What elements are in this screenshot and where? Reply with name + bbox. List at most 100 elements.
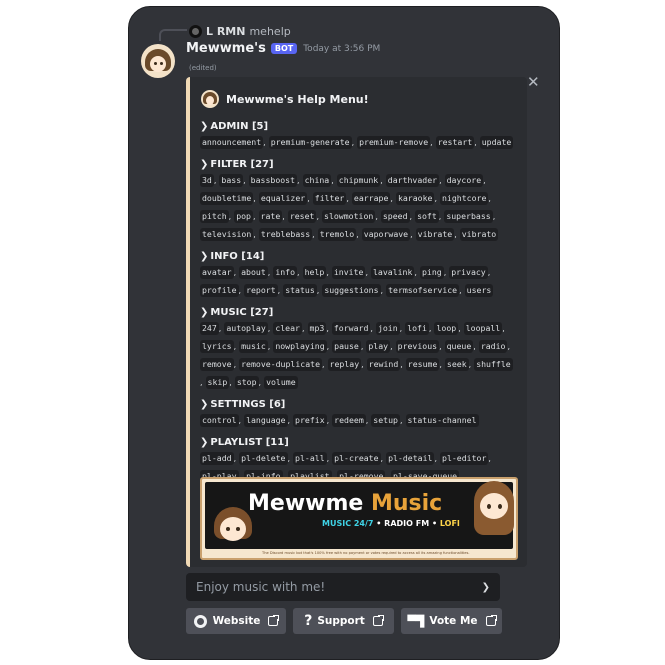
chevron-right-icon: ❯ bbox=[200, 399, 209, 410]
command-code: resume bbox=[405, 358, 440, 371]
section-title: ❯ SETTINGS [6] bbox=[200, 399, 286, 410]
command-code: premium-generate bbox=[268, 136, 352, 149]
command-code: tremolo bbox=[317, 228, 357, 241]
command-code: doubletime bbox=[200, 192, 254, 205]
website-button[interactable]: Website bbox=[186, 608, 286, 634]
banner-footer-text: The Discord music bot that's 100% free w… bbox=[262, 551, 470, 555]
command-code: invite bbox=[331, 266, 366, 279]
help-embed: Mewwme's Help Menu! ❯ ADMIN [5] announceme… bbox=[186, 77, 527, 567]
banner-character-right bbox=[472, 481, 516, 547]
command-code: redeem bbox=[332, 414, 366, 427]
command-code: filter bbox=[312, 192, 347, 205]
command-code: 3d bbox=[200, 174, 214, 187]
command-code: lavalink bbox=[370, 266, 415, 279]
reply-username[interactable]: L RMN bbox=[206, 25, 245, 38]
command-code: music bbox=[239, 340, 268, 353]
command-code: help bbox=[302, 266, 327, 279]
link-buttons: Website ? Support ▀▜ Vote Me bbox=[186, 608, 502, 634]
external-link-icon bbox=[485, 614, 498, 626]
chevron-right-icon: ❯ bbox=[200, 307, 209, 318]
command-code: darthvader bbox=[385, 174, 440, 187]
command-code: stop bbox=[234, 376, 259, 389]
command-code: users bbox=[464, 284, 494, 297]
command-code: play bbox=[366, 340, 391, 353]
command-code: replay bbox=[327, 358, 362, 371]
close-icon[interactable]: ✕ bbox=[527, 73, 540, 91]
command-code: avatar bbox=[200, 266, 234, 279]
message-header: Mewwme's BOT Today at 3:56 PM bbox=[186, 41, 380, 56]
command-code: profile bbox=[200, 284, 239, 297]
command-code: announcement bbox=[200, 136, 264, 149]
reply-content[interactable]: mehelp bbox=[249, 25, 290, 38]
command-code: lofi bbox=[405, 322, 429, 335]
support-button[interactable]: ? Support bbox=[293, 608, 394, 634]
command-code: daycore bbox=[444, 174, 484, 187]
command-code: loop bbox=[434, 322, 459, 335]
command-code: autoplay bbox=[224, 322, 268, 335]
command-code: loopall bbox=[463, 322, 503, 335]
command-code: china bbox=[302, 174, 332, 187]
command-code: vibrate bbox=[415, 228, 455, 241]
mewwme-music-banner[interactable]: Mewwme Music MUSIC 24/7 • RADIO FM • LOF… bbox=[200, 477, 518, 560]
command-code: previous bbox=[395, 340, 440, 353]
select-placeholder: Enjoy music with me! bbox=[196, 580, 326, 594]
command-code: radio bbox=[478, 340, 508, 353]
bot-tag-badge: BOT bbox=[270, 43, 298, 54]
reply-reference[interactable]: L RMN mehelp bbox=[159, 21, 291, 41]
command-code: remove bbox=[200, 358, 234, 371]
command-code: status bbox=[283, 284, 317, 297]
command-code: vibrato bbox=[459, 228, 499, 241]
command-code: soft bbox=[415, 210, 439, 223]
section-title: ❯ FILTER [27] bbox=[200, 159, 274, 170]
command-code: rewind bbox=[366, 358, 401, 371]
command-code: 247 bbox=[200, 322, 219, 335]
website-icon bbox=[193, 614, 207, 628]
command-section: ❯ SETTINGS [6] control, language, prefix, red… bbox=[200, 399, 518, 431]
command-code: slowmotion bbox=[322, 210, 376, 223]
bot-avatar[interactable] bbox=[141, 44, 175, 78]
command-code: pause bbox=[332, 340, 361, 353]
command-code: karaoke bbox=[395, 192, 435, 205]
command-code: rate bbox=[258, 210, 283, 223]
command-code: treblebass bbox=[258, 228, 313, 241]
reply-avatar bbox=[189, 24, 202, 38]
command-code: pl-delete bbox=[239, 452, 288, 465]
command-code: info bbox=[273, 266, 298, 279]
command-code: termsofservice bbox=[386, 284, 460, 297]
bot-username[interactable]: Mewwme's bbox=[186, 41, 266, 56]
banner-subtitle: MUSIC 24/7 • RADIO FM • LOFI bbox=[322, 519, 460, 528]
command-code: vaporwave bbox=[361, 228, 411, 241]
command-code: status-channel bbox=[405, 414, 479, 427]
message-timestamp: Today at 3:56 PM bbox=[303, 43, 381, 54]
chevron-right-icon: ❯ bbox=[200, 437, 209, 448]
command-code: seek bbox=[444, 358, 469, 371]
section-title: ❯ INFO [14] bbox=[200, 251, 265, 262]
music-select-menu[interactable]: Enjoy music with me! ❯ bbox=[186, 573, 500, 601]
edited-label: (edited) bbox=[189, 64, 217, 72]
command-code: suggestions bbox=[322, 284, 381, 297]
command-code: shuffle bbox=[474, 358, 513, 371]
embed-author-icon bbox=[201, 90, 219, 108]
command-code: mp3 bbox=[307, 322, 327, 335]
command-code: bass bbox=[219, 174, 244, 187]
command-code: pitch bbox=[200, 210, 229, 223]
discord-message-frame: L RMN mehelp Mewwme's BOT Today at 3:56 … bbox=[128, 6, 560, 660]
command-code: pl-editor bbox=[440, 452, 489, 465]
command-code: equalizer bbox=[258, 192, 308, 205]
command-code: bassboost bbox=[248, 174, 298, 187]
command-sections: ❯ ADMIN [5] announcement, premium-generate,… bbox=[200, 121, 518, 493]
command-code: lyrics bbox=[200, 340, 234, 353]
topgg-icon: ▀▜ bbox=[407, 614, 425, 628]
command-code: nowplaying bbox=[273, 340, 327, 353]
command-code: remove-duplicate bbox=[239, 358, 322, 371]
chevron-right-icon: ❯ bbox=[200, 121, 209, 132]
vote-button[interactable]: ▀▜ Vote Me bbox=[401, 608, 502, 634]
command-code: premium-remove bbox=[357, 136, 431, 149]
banner-title: Mewwme Music bbox=[248, 491, 443, 516]
command-code: queue bbox=[444, 340, 474, 353]
section-title: ❯ ADMIN [5] bbox=[200, 121, 269, 132]
command-code: language bbox=[244, 414, 288, 427]
command-code: pl-create bbox=[332, 452, 381, 465]
command-code: join bbox=[375, 322, 400, 335]
embed-author-name: Mewwme's Help Menu! bbox=[226, 92, 369, 106]
